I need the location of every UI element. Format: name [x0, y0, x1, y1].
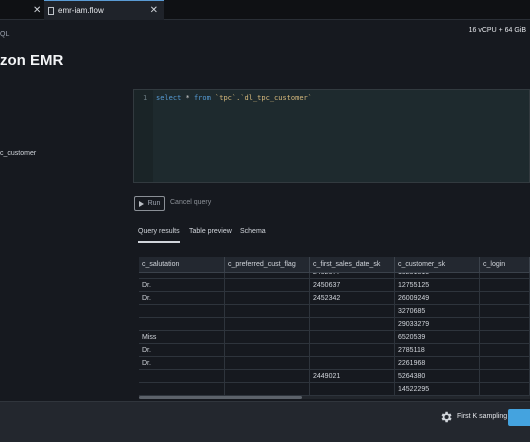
- table-cell: 2449021: [310, 370, 395, 383]
- run-button-label: Run: [147, 200, 161, 207]
- gear-icon[interactable]: [439, 410, 453, 424]
- table-cell: [225, 370, 310, 383]
- app-window: ✕ emr-iam.flow ✕ QL 16 vCPU + 64 GiB zon…: [0, 0, 530, 442]
- table-cell: [225, 344, 310, 357]
- table-cell: [310, 344, 395, 357]
- table-cell: Dr.: [139, 357, 225, 370]
- table-cell: [480, 357, 530, 370]
- cancel-query-button[interactable]: Cancel query: [170, 199, 211, 206]
- table-cell: 2450637: [310, 279, 395, 292]
- table-cell: 3270685: [395, 305, 480, 318]
- table-cell: 2261968: [395, 357, 480, 370]
- tab-label: emr-iam.flow: [58, 6, 104, 15]
- page-title: zon EMR: [0, 52, 64, 69]
- table-cell: 26009249: [395, 292, 480, 305]
- table-cell: [480, 279, 530, 292]
- horizontal-scrollbar-thumb[interactable]: [139, 396, 302, 399]
- close-icon[interactable]: ✕: [150, 5, 158, 16]
- table-cell: [480, 331, 530, 344]
- sql-query-text[interactable]: select * from `tpc`.`dl_tpc_customer`: [156, 94, 312, 102]
- table-cell: Dr.: [139, 279, 225, 292]
- table-cell: [225, 305, 310, 318]
- compute-resources-label: 16 vCPU + 64 GiB: [468, 27, 526, 34]
- table-cell: [225, 318, 310, 331]
- table-row: 29033279: [139, 318, 530, 331]
- keyword-select: select: [156, 94, 182, 102]
- sampling-mode-label[interactable]: First K sampling: [457, 413, 507, 420]
- table-cell: [139, 305, 225, 318]
- results-grid[interactable]: c_salutation c_preferred_cust_flag c_fir…: [139, 257, 530, 398]
- close-icon[interactable]: ✕: [33, 5, 41, 16]
- column-header[interactable]: c_customer_sk: [395, 257, 480, 273]
- editor-gutter: [134, 90, 153, 182]
- table-cell: [225, 383, 310, 396]
- table-cell: Miss: [139, 331, 225, 344]
- connection-type-label: QL: [0, 31, 10, 38]
- tab-table-preview[interactable]: Table preview: [189, 228, 232, 235]
- table-cell: 14522295: [395, 383, 480, 396]
- table-cell: 5264380: [395, 370, 480, 383]
- table-cell: [480, 318, 530, 331]
- table-cell: [139, 370, 225, 383]
- tab-query-results[interactable]: Query results: [138, 228, 180, 243]
- table-cell: [139, 383, 225, 396]
- table-cell: [480, 383, 530, 396]
- column-header[interactable]: c_first_sales_date_sk: [310, 257, 395, 273]
- table-cell: 12755125: [395, 279, 480, 292]
- primary-action-button[interactable]: [508, 409, 530, 426]
- table-row: 14522295: [139, 383, 530, 396]
- table-cell: [225, 292, 310, 305]
- table-cell: [480, 305, 530, 318]
- sidebar-table-item[interactable]: c_customer: [0, 150, 36, 157]
- select-star: *: [181, 94, 194, 102]
- table-cell: [480, 292, 530, 305]
- table-cell: [310, 305, 395, 318]
- keyword-from: from: [193, 94, 211, 102]
- table-cell: 29033279: [395, 318, 480, 331]
- table-cell: [225, 331, 310, 344]
- table-row: 2449021 5264380: [139, 370, 530, 383]
- table-row: Miss 6520539: [139, 331, 530, 344]
- table-cell: [139, 318, 225, 331]
- table-cell: 6520539: [395, 331, 480, 344]
- tab-bar: ✕ emr-iam.flow ✕: [0, 0, 530, 20]
- file-icon: [48, 6, 54, 15]
- table-row: Dr. 2450637 12755125: [139, 279, 530, 292]
- table-row: Dr. 2785118: [139, 344, 530, 357]
- tab-previous[interactable]: ✕: [0, 0, 41, 20]
- table-cell: 2785118: [395, 344, 480, 357]
- table-cell: [480, 370, 530, 383]
- sql-editor[interactable]: 1 select * from `tpc`.`dl_tpc_customer`: [133, 89, 530, 183]
- table-row: 3270685: [139, 305, 530, 318]
- table-cell: [225, 279, 310, 292]
- column-header[interactable]: c_login: [480, 257, 530, 273]
- table-cell: [310, 383, 395, 396]
- table-row: Dr. 2261968: [139, 357, 530, 370]
- table-cell: [310, 331, 395, 344]
- tab-emr-iam-flow[interactable]: emr-iam.flow ✕: [44, 0, 164, 20]
- results-body: 2452077 15251815 Dr. 2450637 12755125 Dr…: [139, 273, 530, 398]
- table-cell: 2452342: [310, 292, 395, 305]
- column-header[interactable]: c_preferred_cust_flag: [225, 257, 310, 273]
- table-cell: [310, 318, 395, 331]
- table-cell: [480, 344, 530, 357]
- table-cell: Dr.: [139, 292, 225, 305]
- table-row: Dr. 2452342 26009249: [139, 292, 530, 305]
- column-header[interactable]: c_salutation: [139, 257, 225, 273]
- table-cell: [310, 357, 395, 370]
- table-identifier: `tpc`.`dl_tpc_customer`: [210, 94, 312, 102]
- table-cell: [225, 357, 310, 370]
- results-header-row: c_salutation c_preferred_cust_flag c_fir…: [139, 257, 530, 273]
- line-number: 1: [143, 94, 148, 102]
- tab-schema[interactable]: Schema: [240, 228, 266, 235]
- table-cell: Dr.: [139, 344, 225, 357]
- play-icon: [138, 200, 144, 207]
- run-button[interactable]: Run: [134, 196, 165, 211]
